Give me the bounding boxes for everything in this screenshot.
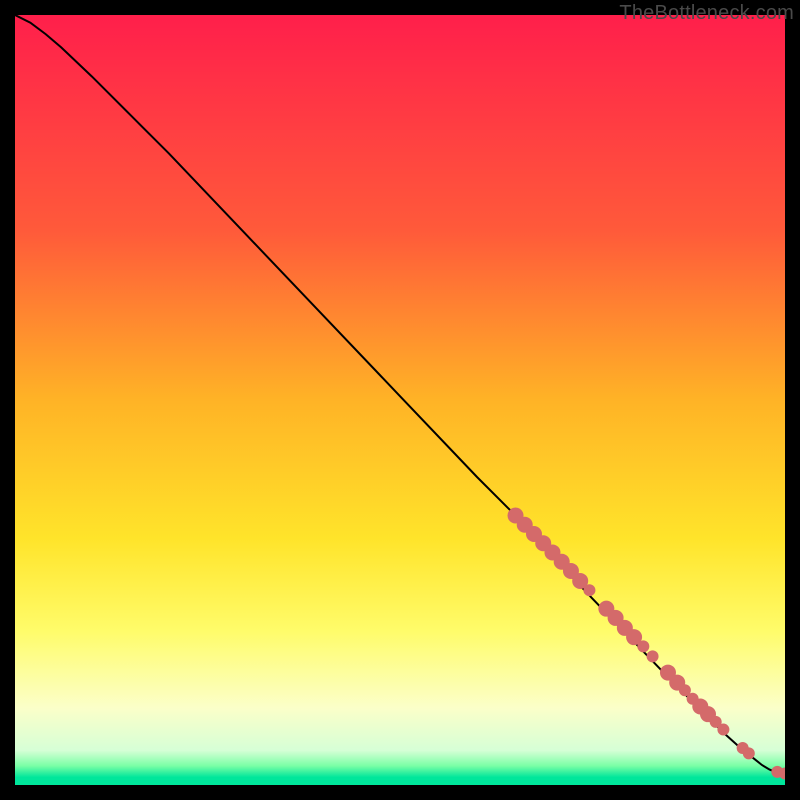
scatter-point [583, 584, 595, 596]
scatter-point [743, 747, 755, 759]
watermark-text: TheBottleneck.com [619, 2, 794, 25]
plot-area [15, 15, 785, 785]
scatter-point [717, 724, 729, 736]
chart-stage: TheBottleneck.com [0, 0, 800, 800]
scatter-point [647, 650, 659, 662]
chart-svg [15, 15, 785, 785]
scatter-point [637, 640, 649, 652]
